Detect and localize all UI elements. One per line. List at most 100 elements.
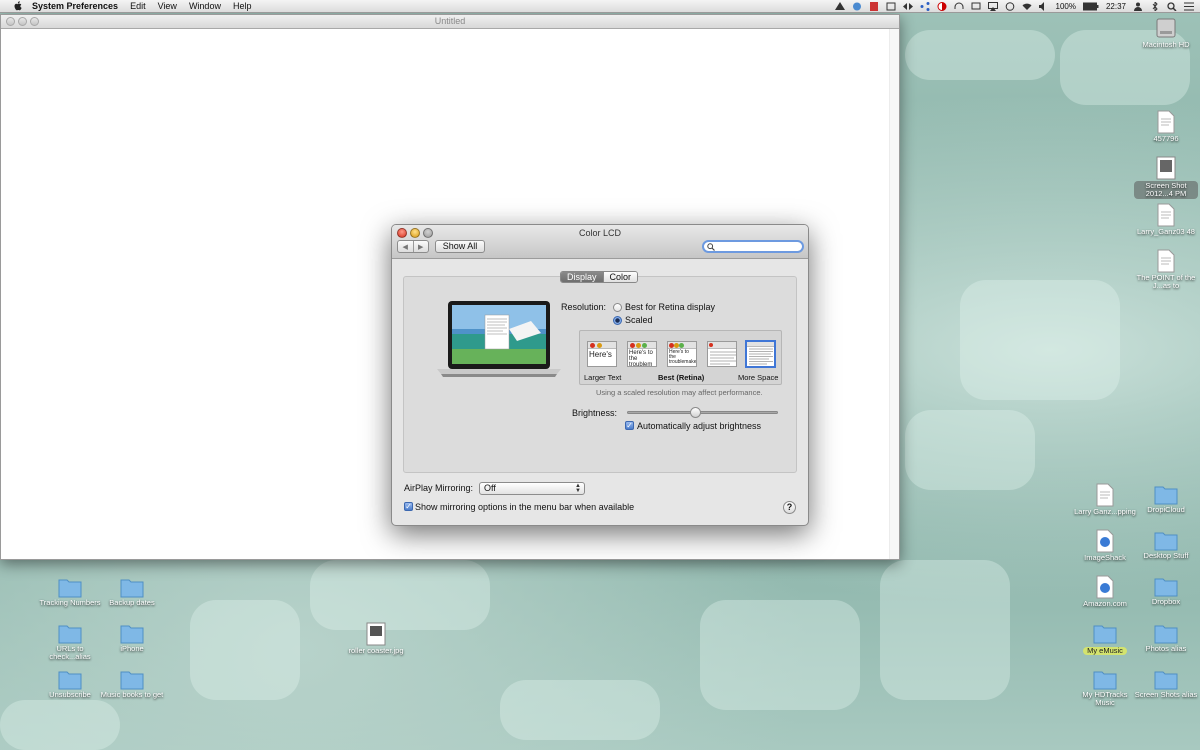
brightness-slider[interactable] xyxy=(627,407,778,418)
show-mirroring-label[interactable]: Show mirroring options in the menu bar w… xyxy=(415,502,634,512)
menu-app-name[interactable]: System Preferences xyxy=(32,1,118,11)
brightness-slider-knob[interactable] xyxy=(690,407,701,418)
caption-more-space: More Space xyxy=(738,373,779,382)
desktop-icon-backup-dates[interactable]: Backup dates xyxy=(100,576,164,607)
airplay-mirroring-popup[interactable]: Off ▲ ▼ xyxy=(479,482,585,495)
auto-brightness-label[interactable]: Automatically adjust brightness xyxy=(637,421,761,431)
document-icon xyxy=(1157,203,1175,227)
headphones-icon[interactable] xyxy=(954,2,964,11)
back-arrow-icon[interactable]: ◀ xyxy=(398,241,413,252)
desktop-icon-urls-to-check[interactable]: URLs to check...alias xyxy=(38,622,102,661)
battery-icon[interactable] xyxy=(1082,2,1099,11)
desktop-icon-screen-shots-alias[interactable]: Screen Shots alias xyxy=(1134,668,1198,699)
airplay-icon[interactable] xyxy=(987,2,998,11)
bluetooth-icon[interactable] xyxy=(1150,2,1160,11)
tab-color[interactable]: Color xyxy=(602,272,638,282)
apple-menu-icon[interactable] xyxy=(12,0,24,12)
show-all-button[interactable]: Show All xyxy=(435,240,485,253)
flower-icon[interactable] xyxy=(852,2,862,11)
notification-center-icon[interactable] xyxy=(1184,2,1194,11)
desktop-icon-dropicloud[interactable]: DropiCloud xyxy=(1134,483,1198,514)
menu-window[interactable]: Window xyxy=(189,1,221,11)
desktop-icon-iphone[interactable]: iPhone xyxy=(100,622,164,653)
icon-label: My eMusic xyxy=(1083,647,1127,655)
radio-best-retina[interactable] xyxy=(613,303,622,312)
show-mirroring-checkbox[interactable]: ✓ xyxy=(404,502,413,511)
time-machine-icon[interactable] xyxy=(1005,2,1015,11)
thumb-lines xyxy=(749,348,773,365)
scale-option-4[interactable] xyxy=(707,341,737,367)
image-file-icon xyxy=(1156,156,1176,180)
bookmark-icon[interactable] xyxy=(886,2,896,11)
desktop-icon-tracking-numbers[interactable]: Tracking Numbers xyxy=(38,576,102,607)
desktop-icon-macintosh-hd[interactable]: Macintosh HD xyxy=(1134,16,1198,49)
airplay-mirroring-value: Off xyxy=(484,483,496,493)
arrows-icon[interactable] xyxy=(902,2,913,11)
desktop-icon-457796[interactable]: 457796 xyxy=(1134,110,1198,143)
desktop-icon-photos-alias[interactable]: Photos alias xyxy=(1134,622,1198,653)
color-lcd-window: Color LCD ◀ ▶ Show All Display Color Res… xyxy=(391,224,809,526)
forward-arrow-icon[interactable]: ▶ xyxy=(412,241,429,252)
scale-option-more-space[interactable] xyxy=(745,340,776,368)
option-best-retina-label[interactable]: Best for Retina display xyxy=(625,302,715,312)
desktop-icon-screen-shot[interactable]: Screen Shot 2012...4 PM xyxy=(1134,156,1198,199)
folder-icon xyxy=(1093,625,1117,644)
wallpaper-tile xyxy=(190,600,300,700)
webloc-icon xyxy=(1096,575,1114,599)
menu-view[interactable]: View xyxy=(158,1,177,11)
folder-icon xyxy=(120,579,144,598)
share-icon[interactable] xyxy=(920,2,930,11)
scale-option-best-retina[interactable]: Here's to the troublemakers xyxy=(667,341,697,367)
desktop-icon-the-point[interactable]: The POINT of the J...as to xyxy=(1134,249,1198,290)
icon-label: URLs to check...alias xyxy=(49,644,91,661)
desktop-icon-larry-ganz-pping[interactable]: Larry Ganz...pping xyxy=(1073,483,1137,516)
folder-alias-icon xyxy=(1154,671,1178,690)
brightness-label: Brightness: xyxy=(572,408,618,418)
spotlight-icon[interactable] xyxy=(1167,2,1177,11)
tab-display[interactable]: Display xyxy=(561,272,603,282)
wallpaper-tile xyxy=(905,30,1055,80)
auto-brightness-checkbox[interactable]: ✓ xyxy=(625,421,634,430)
display-icon[interactable] xyxy=(971,2,981,11)
menu-help[interactable]: Help xyxy=(233,1,252,11)
radio-scaled[interactable] xyxy=(613,316,622,325)
help-button[interactable]: ? xyxy=(783,501,796,514)
scale-option-2[interactable]: Here's to the troublem xyxy=(627,341,657,367)
icon-label: Backup dates xyxy=(109,598,155,607)
desktop-icon-unsubscribe[interactable]: Unsubscribe xyxy=(38,668,102,699)
desktop-icon-desktop-stuff[interactable]: Desktop Stuff xyxy=(1134,529,1198,560)
desktop-icon-imageshack[interactable]: ImageShack xyxy=(1073,529,1137,562)
caption-best-retina: Best (Retina) xyxy=(658,373,705,382)
user-icon[interactable] xyxy=(1133,2,1143,11)
icon-label: iPhone xyxy=(120,644,144,653)
icon-label: Unsubscribe xyxy=(49,690,91,699)
icon-label: DropiCloud xyxy=(1147,505,1185,514)
photo-icon[interactable] xyxy=(869,2,879,11)
desktop-icon-larry-ganz-0348[interactable]: Larry_Ganz03 48 xyxy=(1134,203,1198,236)
desktop-icon-my-hdtracks[interactable]: My HDTracks Music xyxy=(1073,668,1137,707)
icon-label: Music books to get xyxy=(100,690,164,699)
desktop-icon-music-books[interactable]: Music books to get xyxy=(100,668,164,699)
battery-percent[interactable]: 100% xyxy=(1056,2,1076,11)
desktop-icon-amazon[interactable]: Amazon.com xyxy=(1073,575,1137,608)
untitled-titlebar[interactable]: Untitled xyxy=(1,15,899,29)
icon-label: 457796 xyxy=(1153,134,1179,143)
wifi-icon[interactable] xyxy=(1022,2,1032,11)
desktop-icon-dropbox[interactable]: Dropbox xyxy=(1134,575,1198,606)
timer-icon[interactable] xyxy=(937,2,947,11)
desktop-icon-my-emusic[interactable]: My eMusic xyxy=(1073,622,1137,656)
desktop-icon-roller-coaster[interactable]: roller coaster.jpg xyxy=(344,622,408,655)
volume-icon[interactable] xyxy=(1038,2,1049,11)
thumb-lines xyxy=(710,351,736,365)
search-field[interactable] xyxy=(702,240,804,253)
icon-label: Dropbox xyxy=(1151,597,1181,606)
icon-label: Larry Ganz...pping xyxy=(1074,507,1136,516)
menu-edit[interactable]: Edit xyxy=(130,1,146,11)
document-icon xyxy=(1096,483,1114,507)
option-scaled-label[interactable]: Scaled xyxy=(625,315,653,325)
scale-option-larger-text[interactable]: Here's xyxy=(587,341,617,367)
vertical-scrollbar[interactable] xyxy=(889,29,899,559)
clock[interactable]: 22:37 xyxy=(1106,2,1126,11)
google-drive-icon[interactable] xyxy=(834,2,845,11)
folder-icon xyxy=(120,625,144,644)
